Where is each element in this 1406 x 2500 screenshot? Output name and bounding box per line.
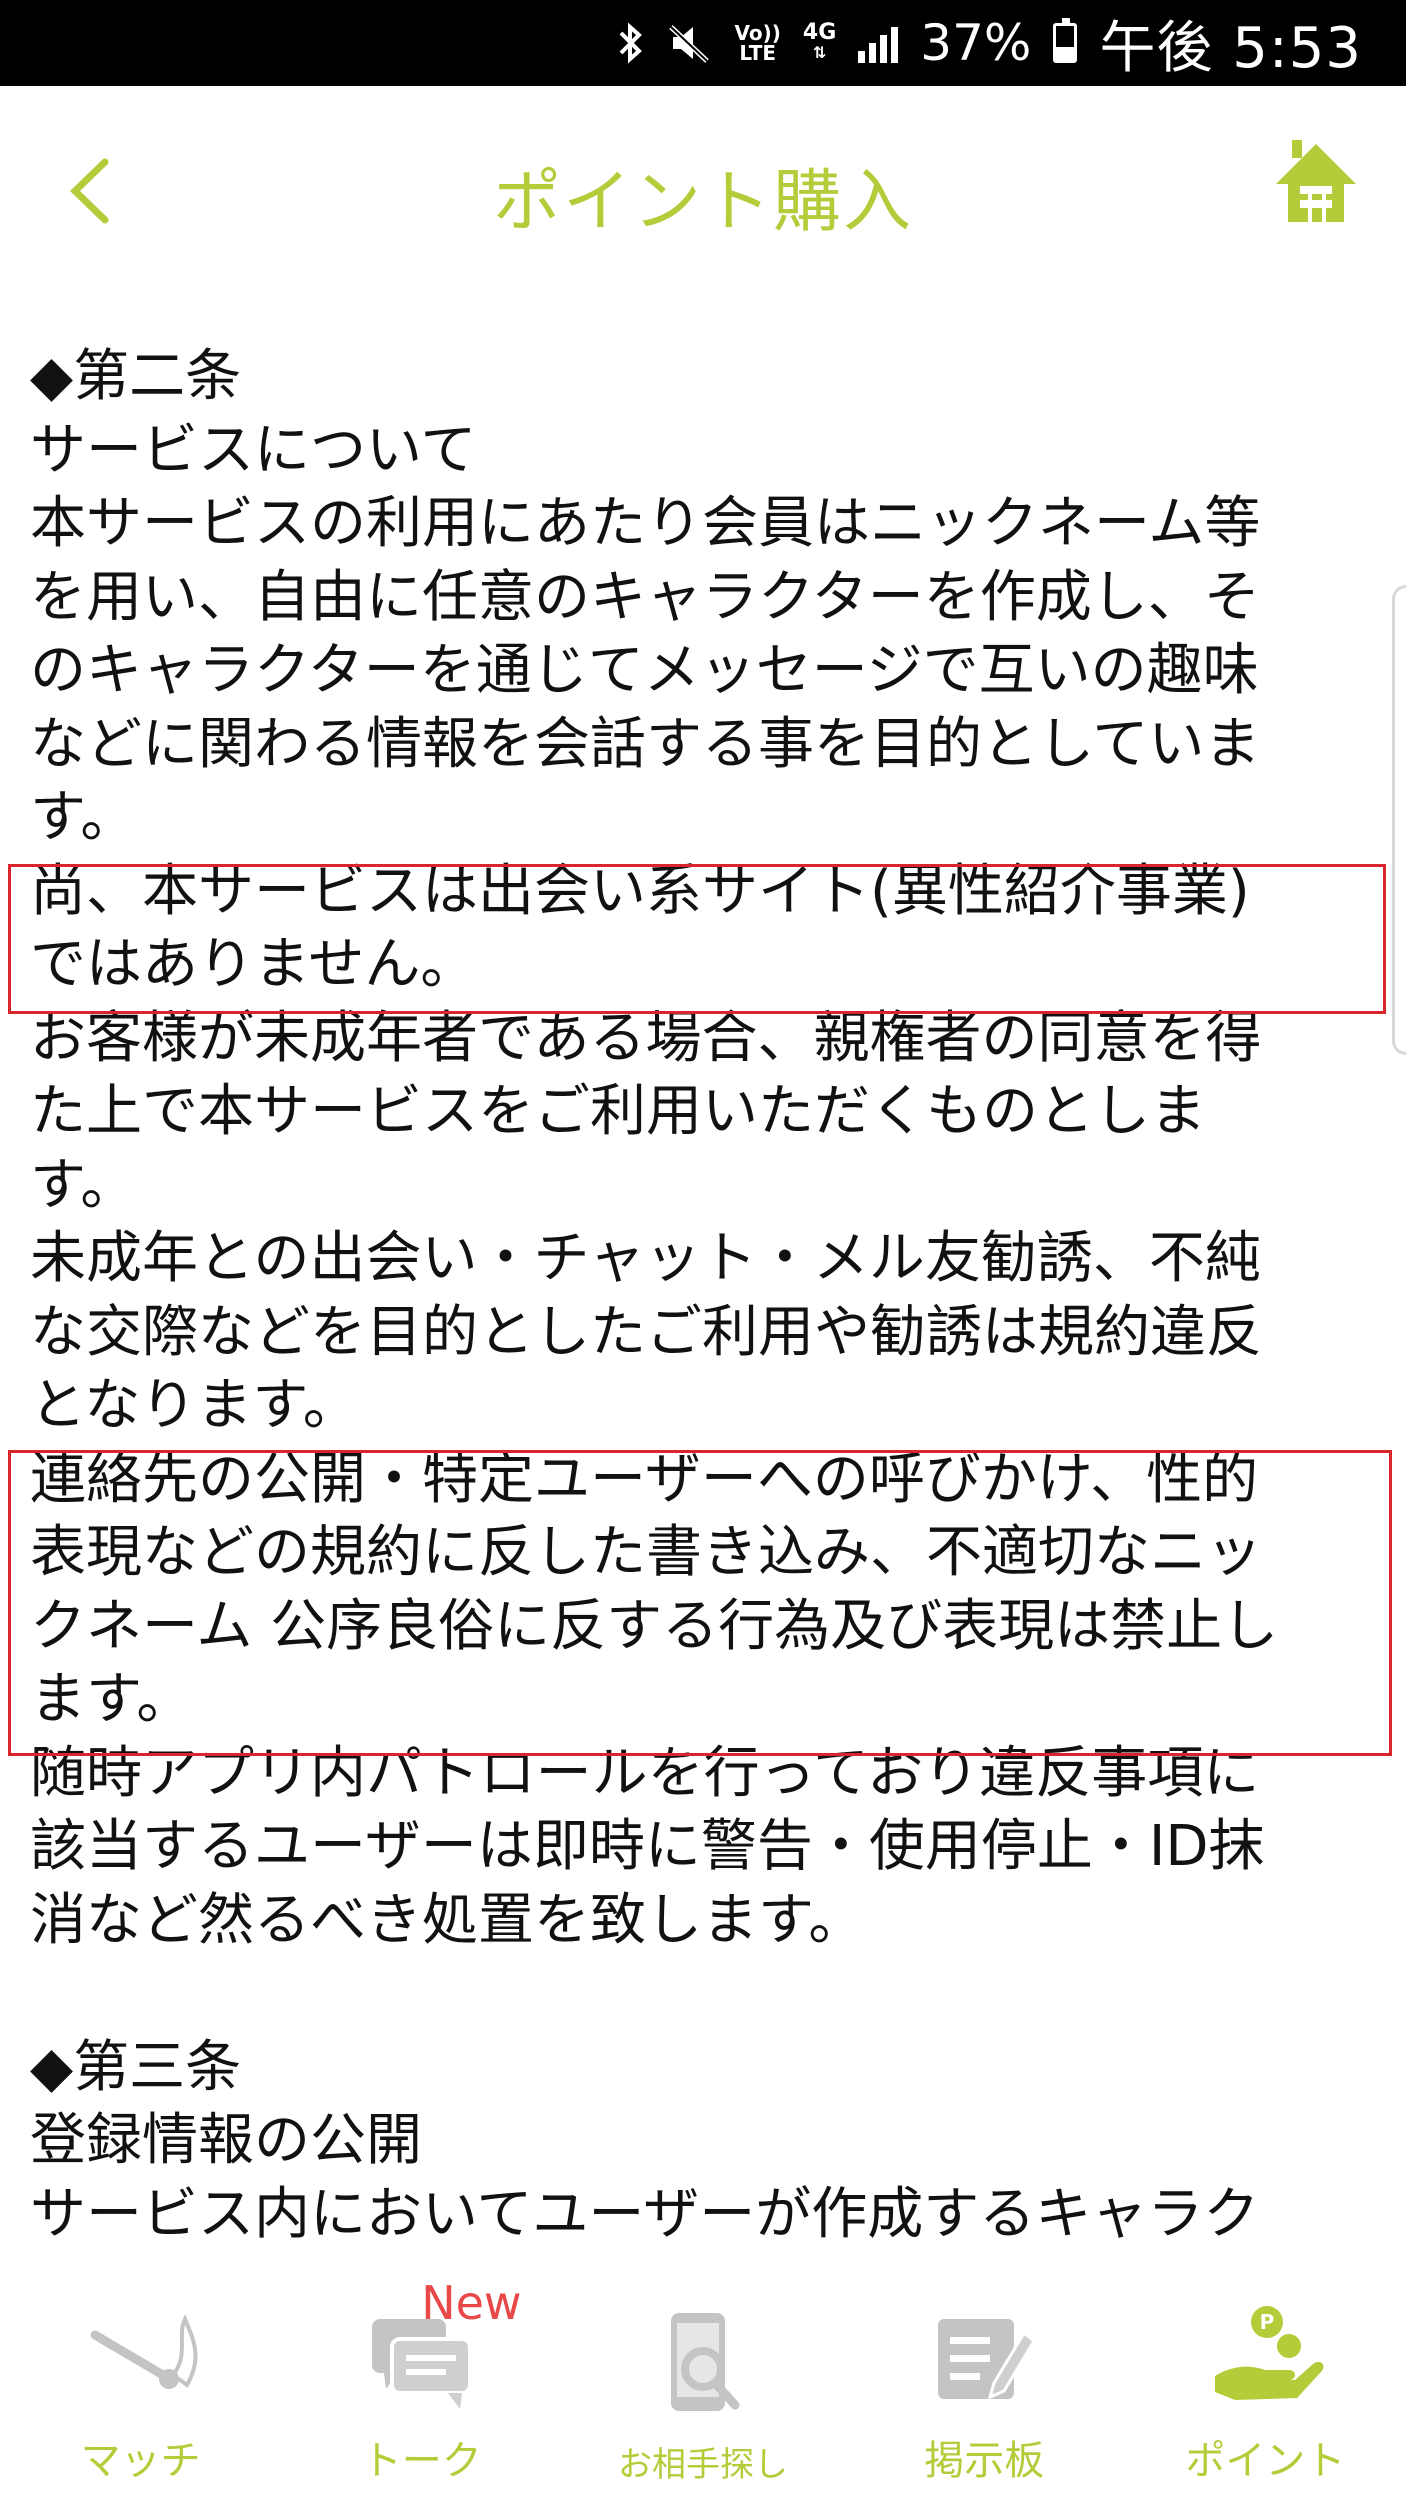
paragraph-line: などに関わる情報を会話する事を目的としていま	[30, 711, 1261, 777]
home-icon	[1276, 140, 1356, 222]
battery-fill	[1056, 47, 1075, 60]
nav-label: 掲示板	[924, 2438, 1045, 2484]
paragraph-line: となります。	[30, 1373, 359, 1438]
page-title: ポイント購入	[492, 163, 913, 242]
nav-label: マッチ	[80, 2438, 201, 2484]
paragraph-line: す。	[30, 1152, 137, 1218]
scroll-indicator[interactable]	[1392, 585, 1406, 1055]
bluetooth-icon	[619, 22, 642, 64]
new-badge: New	[421, 2276, 522, 2330]
section-subtitle: サービスについて	[30, 417, 477, 483]
nav-item-talk[interactable]: New トーク	[281, 2270, 562, 2500]
network-indicator: 4G ⇅	[802, 20, 837, 63]
header: ポイント購入	[0, 86, 1406, 296]
status-bar: Vo)) LTE 4G ⇅ 37% 午後 5:53	[0, 0, 1406, 86]
signal-icon	[858, 23, 899, 63]
highlighted-line: ではありません。	[30, 932, 477, 997]
paragraph-line: 本サービスの利用にあたり会員はニックネーム等	[30, 491, 1261, 556]
section-subtitle: 登録情報の公開	[30, 2108, 422, 2173]
volte-line-1: Vo))	[734, 21, 781, 45]
paragraph-line: す。	[30, 785, 137, 850]
nav-label: ポイント	[1185, 2438, 1346, 2484]
nav-item-match[interactable]: マッチ	[0, 2270, 281, 2500]
nav-item-partner-search[interactable]: お相手探し	[562, 2270, 843, 2500]
battery-percent: 37%	[920, 14, 1032, 72]
volte-line-2: LTE	[739, 41, 777, 65]
network-type: 4G	[802, 20, 837, 45]
paragraph-line: 該当するユーザーは即時に警告・使用停止・ID抹	[30, 1814, 1265, 1879]
highlighted-line: 尚、本サービスは出会い系サイト(異性紹介事業)	[30, 858, 1250, 924]
highlighted-line: ます。	[30, 1667, 193, 1732]
section-heading: ◆第二条	[30, 344, 242, 409]
highlighted-line: 連絡先の公開・特定ユーザーへの呼びかけ、性的	[30, 1446, 1259, 1512]
paragraph-line: 消など然るべき処置を致します。	[30, 1887, 865, 1953]
paragraph-line: のキャラクターを通じてメッセージで互いの趣味	[30, 638, 1259, 703]
paragraph-line: 随時アプリ内パトロールを行っており違反事項に	[30, 1740, 1260, 1806]
paragraph-line: た上で本サービスをご利用いただくものとしま	[30, 1079, 1206, 1144]
highlighted-line: 表現などの規約に反した書き込み、不適切なニッ	[30, 1520, 1262, 1585]
match-icon	[76, 2300, 206, 2420]
app-screen: Vo)) LTE 4G ⇅ 37% 午後 5:53 ポイント購入 ◆第二条 サー…	[0, 0, 1406, 2500]
paragraph-line: お客様が未成年者である場合、親権者の同意を得	[30, 1005, 1262, 1071]
volte-indicator: Vo)) LTE	[735, 23, 781, 63]
data-arrows-icon: ⇅	[812, 43, 827, 62]
paragraph-line: サービス内においてユーザーが作成するキャラク	[30, 2181, 1260, 2247]
terms-content[interactable]: ◆第二条 サービスについて 本サービスの利用にあたり会員はニックネーム等 を用い…	[30, 340, 1390, 2252]
section-heading: ◆第三条	[30, 2034, 242, 2100]
battery-icon	[1053, 18, 1078, 63]
mute-icon	[668, 25, 709, 63]
nav-label: トーク	[361, 2438, 482, 2484]
nav-item-bulletin-board[interactable]: 掲示板	[844, 2270, 1125, 2500]
home-button[interactable]	[1266, 134, 1366, 234]
bulletin-board-icon	[919, 2300, 1049, 2420]
nav-item-point[interactable]: P ポイント	[1125, 2270, 1406, 2500]
clock: 午後 5:53	[1099, 15, 1362, 81]
paragraph-line: を用い、自由に任意のキャラクターを作成し、そ	[30, 564, 1260, 630]
partner-search-icon	[638, 2309, 768, 2429]
highlighted-line: クネーム 公序良俗に反する行為及び表現は禁止し	[30, 1593, 1279, 1659]
paragraph-line: な交際などを目的としたご利用や勧誘は規約違反	[30, 1299, 1262, 1365]
svg-text:P: P	[1260, 2310, 1275, 2334]
paragraph-line: 未成年との出会い・チャット・メル友勧誘、不純	[30, 1226, 1261, 1291]
nav-label: お相手探し	[618, 2445, 788, 2485]
bottom-navigation: マッチ New トーク お相手探し 掲示板 P ポイント	[0, 2270, 1406, 2500]
point-icon: P	[1200, 2300, 1330, 2420]
